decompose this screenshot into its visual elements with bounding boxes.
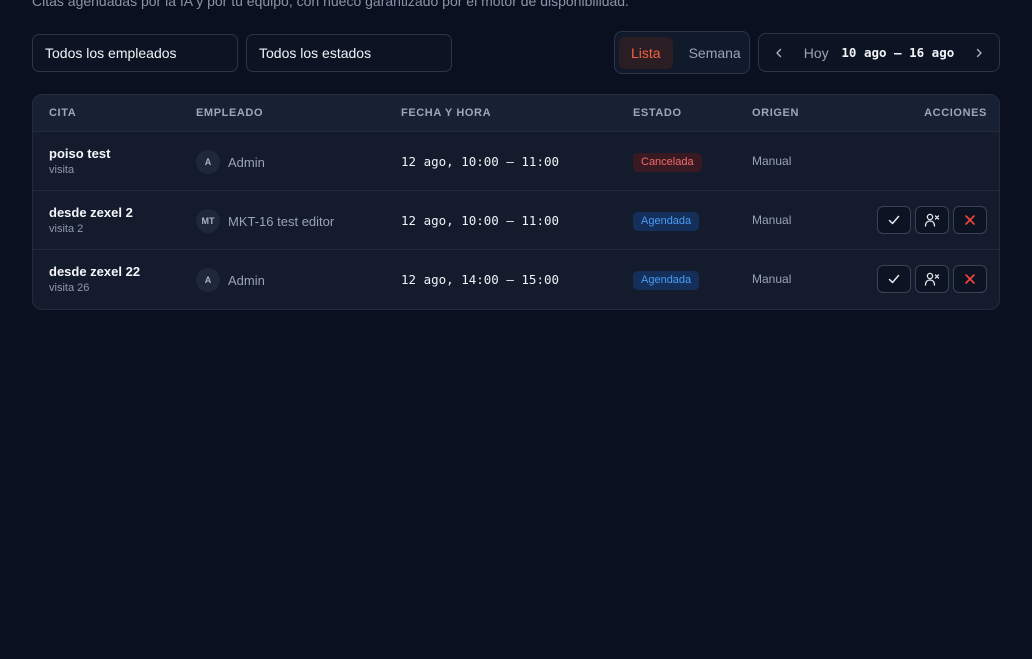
status-cell: Cancelada: [633, 152, 702, 172]
datetime-cell: 12 ago, 10:00 – 11:00: [401, 154, 560, 169]
avatar: A: [196, 268, 220, 292]
employee-name: Admin: [228, 154, 265, 170]
status-cell: Agendada: [633, 211, 700, 231]
user-x-icon: [924, 272, 940, 286]
avatar: MT: [196, 209, 220, 233]
status-cell: Agendada: [633, 270, 700, 290]
status-badge: Agendada: [633, 271, 700, 290]
view-toggle: Lista Semana: [614, 31, 750, 74]
actions-cell: [877, 206, 987, 234]
cita-cell: poiso test visita: [49, 146, 110, 176]
header-origen: ORIGEN: [752, 107, 799, 119]
employee-name: Admin: [228, 272, 265, 288]
x-icon: [965, 215, 975, 225]
cancel-button[interactable]: [953, 206, 987, 234]
check-icon: [888, 215, 900, 225]
cita-service: visita: [49, 164, 75, 176]
cancel-button[interactable]: [953, 265, 987, 293]
check-icon: [888, 274, 900, 284]
appointments-table: CITA EMPLEADO FECHA Y HORA ESTADO ORIGEN…: [32, 94, 1000, 310]
employee-cell: A Admin: [196, 150, 265, 174]
employee-cell: A Admin: [196, 268, 265, 292]
status-filter-select[interactable]: Todos los estados: [246, 34, 452, 72]
table-body: poiso test visita A Admin 12 ago, 10:00 …: [33, 132, 999, 309]
cita-title: poiso test: [49, 146, 111, 161]
status-badge: Agendada: [633, 212, 700, 231]
header-acciones: ACCIONES: [924, 107, 987, 119]
datetime-cell: 12 ago, 14:00 – 15:00: [401, 272, 560, 287]
no-show-button[interactable]: [915, 206, 949, 234]
employee-filter-select[interactable]: Todos los empleados: [32, 34, 238, 72]
view-list-button[interactable]: Lista: [619, 36, 673, 69]
cita-title: desde zexel 2: [49, 205, 133, 220]
chevron-left-icon[interactable]: [771, 45, 787, 61]
header-estado: ESTADO: [633, 107, 682, 119]
view-week-button[interactable]: Semana: [677, 37, 753, 69]
table-row[interactable]: desde zexel 2 visita 2 MT MKT-16 test ed…: [33, 191, 999, 250]
header-fecha: FECHA Y HORA: [401, 107, 492, 119]
cita-title: desde zexel 22: [49, 264, 141, 279]
x-icon: [965, 274, 975, 284]
employee-cell: MT MKT-16 test editor: [196, 209, 334, 233]
datetime-cell: 12 ago, 10:00 – 11:00: [401, 213, 560, 228]
origin-cell: Manual: [752, 154, 792, 168]
status-badge: Cancelada: [633, 153, 702, 172]
cita-service: visita 26: [49, 282, 90, 294]
cita-cell: desde zexel 22 visita 26: [49, 264, 140, 294]
date-navigator: Hoy 10 ago – 16 ago: [758, 33, 1000, 72]
origin-cell: Manual: [752, 272, 792, 286]
confirm-button[interactable]: [877, 265, 911, 293]
table-header: CITA EMPLEADO FECHA Y HORA ESTADO ORIGEN…: [33, 95, 999, 132]
header-empleado: EMPLEADO: [196, 107, 264, 119]
chevron-right-icon[interactable]: [971, 45, 987, 61]
table-row[interactable]: poiso test visita A Admin 12 ago, 10:00 …: [33, 132, 999, 191]
today-button[interactable]: Hoy: [804, 45, 829, 61]
cita-service: visita 2: [49, 223, 84, 235]
actions-cell: [877, 265, 987, 293]
avatar: A: [196, 150, 220, 174]
origin-cell: Manual: [752, 213, 792, 227]
employee-name: MKT-16 test editor: [228, 213, 335, 229]
header-cita: CITA: [49, 107, 77, 119]
confirm-button[interactable]: [877, 206, 911, 234]
user-x-icon: [924, 213, 940, 227]
filters-bar: Todos los empleados Todos los estados: [32, 34, 452, 72]
cita-cell: desde zexel 2 visita 2: [49, 205, 133, 235]
page-subtitle: Citas agendadas por la IA y por tu equip…: [32, 0, 629, 9]
table-row[interactable]: desde zexel 22 visita 26 A Admin 12 ago,…: [33, 250, 999, 309]
no-show-button[interactable]: [915, 265, 949, 293]
date-range-label: 10 ago – 16 ago: [841, 45, 955, 60]
